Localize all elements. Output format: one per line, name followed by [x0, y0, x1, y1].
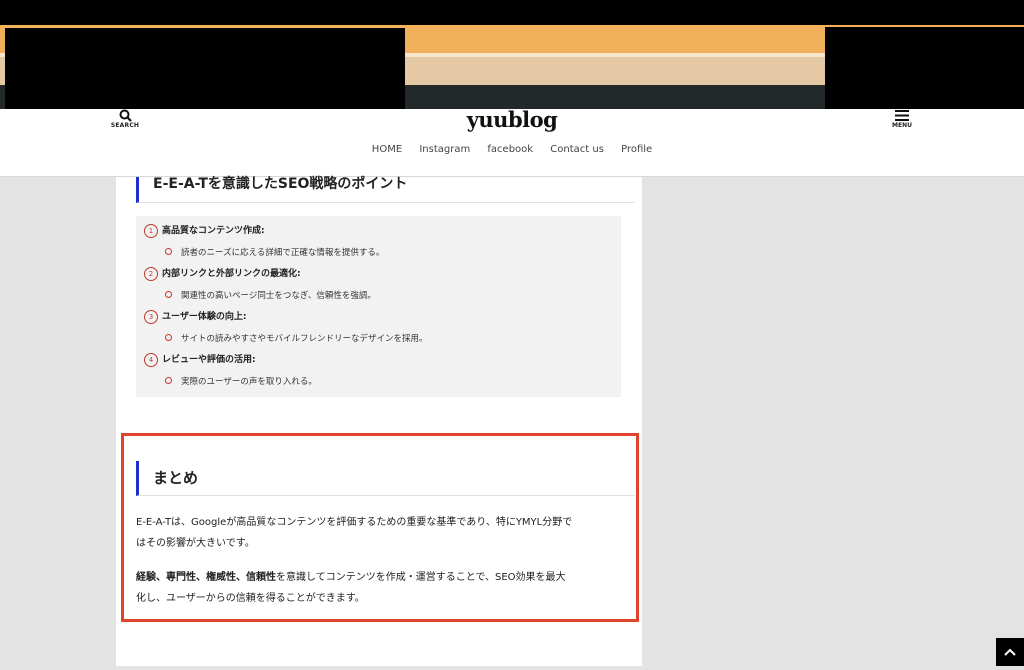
number-badge: 4 — [144, 352, 158, 367]
hamburger-menu-icon — [895, 110, 909, 121]
chevron-up-icon — [1004, 648, 1016, 656]
nav-contact[interactable]: Contact us — [550, 144, 604, 155]
list-item: 2 内部リンクと外部リンクの最適化: — [144, 266, 301, 282]
list-subitem: 実際のユーザーの声を取り入れる。 — [165, 375, 317, 389]
nav-instagram[interactable]: Instagram — [419, 144, 470, 155]
list-subitem: 読者のニーズに応える詳細で正確な情報を提供する。 — [165, 246, 384, 260]
list-item: 3 ユーザー体験の向上: — [144, 309, 246, 325]
item-title: レビューや評価の活用: — [162, 355, 256, 365]
nav-home[interactable]: HOME — [372, 144, 402, 155]
bullet-circle-icon — [165, 334, 172, 341]
number-badge: 2 — [144, 266, 158, 281]
site-logo[interactable]: yuublog — [412, 107, 612, 132]
list-item: 1 高品質なコンテンツ作成: — [144, 223, 265, 239]
search-label: SEARCH — [110, 122, 140, 129]
menu-button[interactable]: MENU — [888, 109, 916, 133]
site-header: SEARCH yuublog MENU HOME Instagram faceb… — [0, 107, 1024, 177]
search-icon — [119, 109, 132, 122]
highlight-annotation-box — [121, 433, 639, 622]
list-subitem: 関連性の高いページ同士をつなぎ、信頼性を強調。 — [165, 289, 376, 303]
bullet-circle-icon — [165, 377, 172, 384]
menu-label: MENU — [892, 122, 912, 129]
number-badge: 1 — [144, 223, 158, 238]
subitem-text: 読者のニーズに応える詳細で正確な情報を提供する。 — [181, 248, 385, 258]
search-button[interactable]: SEARCH — [110, 109, 140, 133]
main-nav: HOME Instagram facebook Contact us Profi… — [0, 144, 1024, 155]
scroll-to-top-button[interactable] — [996, 638, 1024, 666]
bullet-circle-icon — [165, 291, 172, 298]
redacted-block-right — [825, 27, 1024, 109]
section-heading-seo-points: E-E-A-Tを意識したSEO戦略のポイント — [136, 177, 635, 203]
number-badge: 3 — [144, 309, 158, 324]
list-item: 4 レビューや評価の活用: — [144, 352, 256, 368]
list-subitem: サイトの読みやすさやモバイルフレンドリーなデザインを採用。 — [165, 332, 428, 346]
subitem-text: 実際のユーザーの声を取り入れる。 — [181, 377, 317, 387]
subitem-text: サイトの読みやすさやモバイルフレンドリーなデザインを採用。 — [181, 334, 428, 344]
redacted-block-left — [5, 28, 405, 109]
points-list-box: 1 高品質なコンテンツ作成: 読者のニーズに応える詳細で正確な情報を提供する。 2… — [136, 216, 621, 397]
item-title: 高品質なコンテンツ作成: — [162, 226, 265, 236]
nav-facebook[interactable]: facebook — [487, 144, 533, 155]
top-black-bar — [0, 0, 1024, 25]
item-title: ユーザー体験の向上: — [162, 312, 247, 322]
item-title: 内部リンクと外部リンクの最適化: — [162, 269, 301, 279]
bullet-circle-icon — [165, 248, 172, 255]
nav-profile[interactable]: Profile — [621, 144, 652, 155]
subitem-text: 関連性の高いページ同士をつなぎ、信頼性を強調。 — [181, 291, 376, 301]
